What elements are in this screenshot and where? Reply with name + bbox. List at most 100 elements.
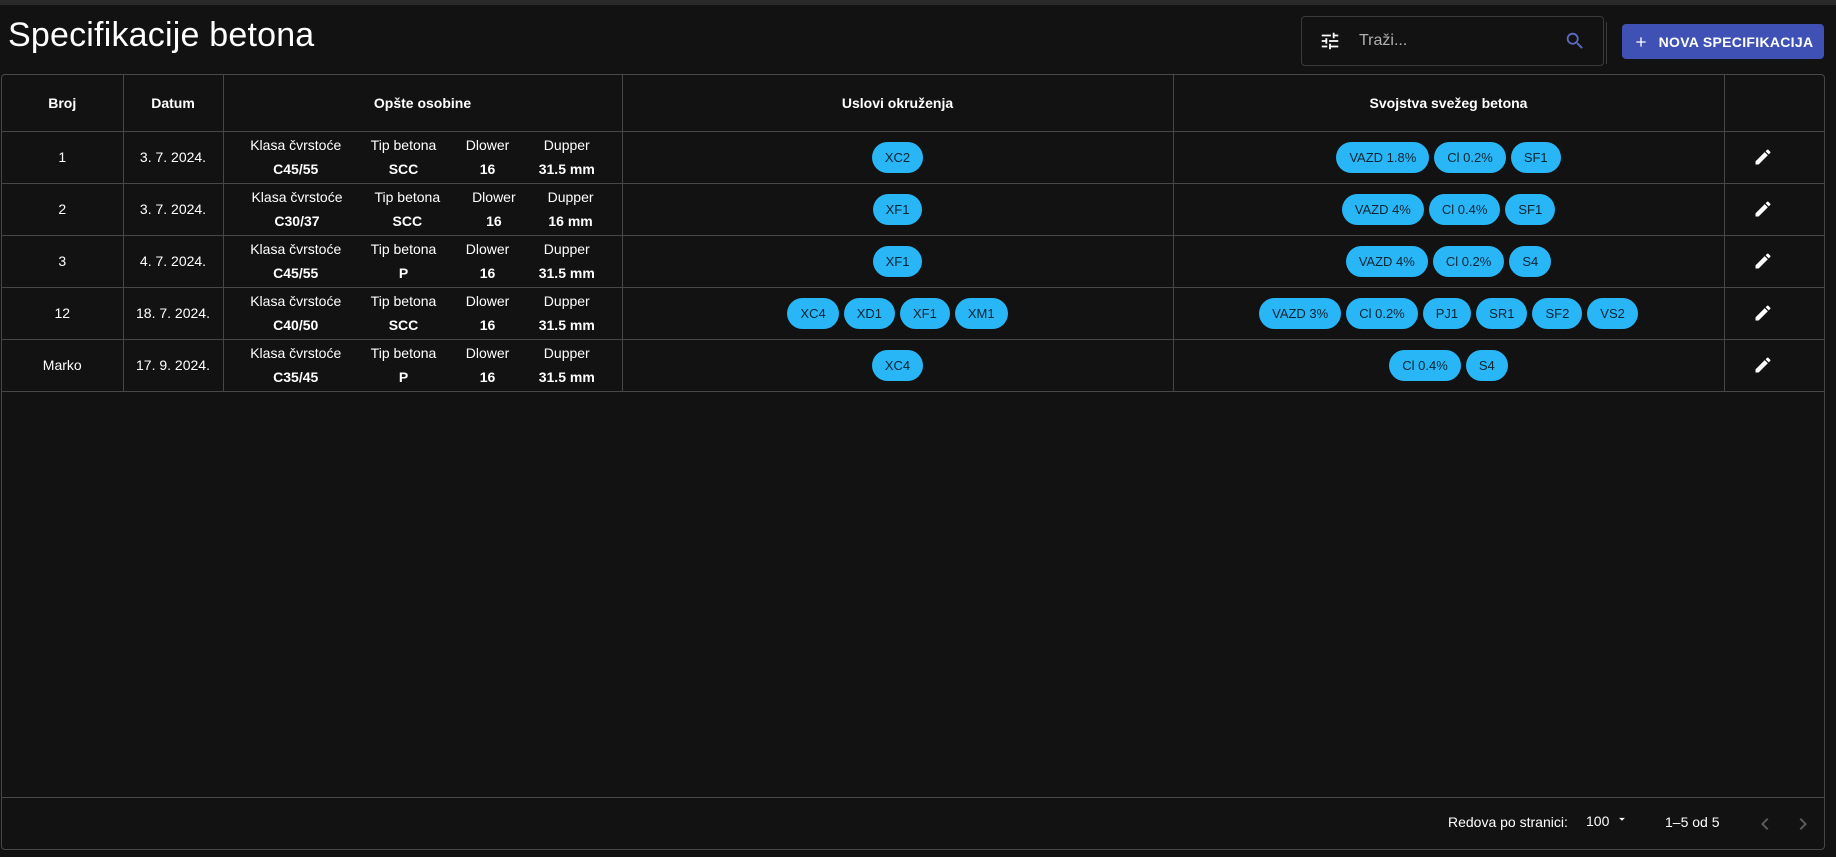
prop-dlower-label: Dlower [472,189,516,205]
prop-klasa-label: Klasa čvrstoće [250,293,342,309]
prop-dupper-label: Dupper [547,189,594,205]
new-specification-button[interactable]: NOVA SPECIFIKACIJA [1622,24,1824,59]
column-header-svojstva-svezeg-betona[interactable]: Svojstva svežeg betona [1173,75,1725,132]
table-row[interactable]: Marko 17. 9. 2024. Klasa čvrstoće C35/45… [2,339,1824,392]
prop-dupper: Dupper 31.5 mm [539,135,595,179]
prop-dupper: Dupper 16 mm [548,187,594,231]
table-row[interactable]: 1 3. 7. 2024. Klasa čvrstoće C45/55 Tip … [2,131,1824,184]
pencil-icon[interactable] [1752,199,1774,221]
fresh-property-chip: SR1 [1476,297,1528,329]
prop-dlower-label: Dlower [465,137,510,153]
pencil-icon[interactable] [1752,303,1774,325]
prop-dupper-value: 16 mm [548,213,593,229]
table-footer: Redova po stranici: 100 1–5 od 5 [2,797,1824,849]
prop-klasa: Klasa čvrstoće C40/50 [250,291,341,335]
fresh-property-chip: VAZD 1.8% [1336,141,1430,173]
exposure-chips: XC2 [623,141,1173,173]
column-header-opste-osobine[interactable]: Opšte osobine [223,75,623,132]
fresh-property-chip: SF2 [1532,297,1583,329]
prop-dupper-label: Dupper [543,241,590,257]
prop-dupper-label: Dupper [543,137,590,153]
exposure-chips: XF1 [623,245,1173,277]
cell-broj: 12 [2,287,124,340]
table-row[interactable]: 3 4. 7. 2024. Klasa čvrstoće C45/55 Tip … [2,235,1824,288]
fresh-property-chip: VAZD 4% [1345,245,1428,277]
fresh-property-chip: S4 [1465,349,1508,381]
prop-dupper-label: Dupper [543,293,590,309]
prop-tip-value: SCC [388,161,419,177]
cell-svojstva-svezeg-betona: VAZD 4% Cl 0.2% S4 [1173,235,1725,288]
fresh-property-chip: VAZD 4% [1341,193,1424,225]
specifications-table: Broj Datum Opšte osobine Uslovi okruženj… [2,75,1824,392]
cell-datum: 17. 9. 2024. [123,339,224,392]
toolbar-divider [1606,22,1607,64]
rows-per-page-value: 100 [1586,812,1610,829]
cell-svojstva-svezeg-betona: VAZD 3% Cl 0.2% PJ1 SR1 SF2 VS2 [1173,287,1725,340]
general-properties: Klasa čvrstoće C45/55 Tip betona SCC Dlo… [224,135,622,179]
exposure-chip: XM1 [954,297,1008,329]
column-header-uslovi-okruzenja[interactable]: Uslovi okruženja [622,75,1174,132]
cell-broj: 2 [2,183,124,236]
chevron-right-icon[interactable] [1791,812,1815,836]
pencil-icon[interactable] [1752,147,1774,169]
prop-tip: Tip betona P [371,239,437,283]
prop-dupper-label: Dupper [543,345,590,361]
table-row[interactable]: 2 3. 7. 2024. Klasa čvrstoće C30/37 Tip … [2,183,1824,236]
rows-per-page-select[interactable]: 100 [1586,812,1629,829]
exposure-chip: XF1 [900,297,950,329]
prop-klasa-label: Klasa čvrstoće [250,345,342,361]
fresh-property-chip: S4 [1509,245,1552,277]
cell-uslovi-okruzenja: XC4 XD1 XF1 XM1 [622,287,1174,340]
search-icon[interactable] [1564,30,1588,54]
prop-dlower: Dlower 16 [466,291,510,335]
pencil-icon[interactable] [1752,251,1774,273]
prop-dlower-value: 16 [479,265,496,281]
prop-dlower-value: 16 [479,161,496,177]
prop-tip-value: P [398,369,409,385]
rows-per-page-label: Redova po stranici: [1448,814,1568,830]
cell-opste-osobine: Klasa čvrstoće C35/45 Tip betona P Dlowe… [223,339,623,392]
general-properties: Klasa čvrstoće C30/37 Tip betona SCC Dlo… [224,187,622,231]
prop-tip-value: SCC [392,213,423,229]
column-header-actions [1724,75,1824,132]
prop-dupper-value: 31.5 mm [538,265,595,281]
general-properties: Klasa čvrstoće C40/50 Tip betona SCC Dlo… [224,291,622,335]
pencil-icon[interactable] [1752,355,1774,377]
prop-tip-label: Tip betona [370,241,437,257]
column-header-broj[interactable]: Broj [2,75,124,132]
fresh-property-chip: SF1 [1505,193,1556,225]
prop-dupper: Dupper 31.5 mm [539,239,595,283]
prop-klasa-label: Klasa čvrstoće [250,241,342,257]
prop-tip-label: Tip betona [370,345,437,361]
cell-uslovi-okruzenja: XC4 [622,339,1174,392]
prop-dlower-label: Dlower [465,241,510,257]
fresh-property-chip: Cl 0.2% [1432,245,1505,277]
fresh-property-chip: Cl 0.4% [1389,349,1461,381]
tune-icon[interactable] [1318,29,1342,53]
fresh-property-chip: VS2 [1587,297,1638,329]
exposure-chip: XC2 [871,141,924,173]
prop-tip: Tip betona SCC [374,187,440,231]
prop-dlower-value: 16 [486,213,502,229]
general-properties: Klasa čvrstoće C35/45 Tip betona P Dlowe… [224,343,622,387]
chevron-left-icon[interactable] [1753,812,1777,836]
fresh-property-chip: Cl 0.2% [1434,141,1506,173]
prop-dlower-label: Dlower [465,345,510,361]
search-input[interactable] [1359,26,1559,56]
exposure-chip: XC4 [787,297,839,329]
prop-tip: Tip betona SCC [371,135,437,179]
prop-dupper-value: 31.5 mm [538,369,595,385]
column-header-datum[interactable]: Datum [123,75,224,132]
fresh-property-chip: VAZD 3% [1259,297,1342,329]
cell-uslovi-okruzenja: XF1 [622,183,1174,236]
exposure-chips: XC4 XD1 XF1 XM1 [623,297,1173,329]
cell-broj: 3 [2,235,124,288]
table-row[interactable]: 12 18. 7. 2024. Klasa čvrstoće C40/50 Ti… [2,287,1824,340]
search-box [1301,16,1604,66]
exposure-chips: XF1 [623,193,1173,225]
cell-broj: Marko [2,339,124,392]
prop-klasa: Klasa čvrstoće C30/37 [251,187,342,231]
fresh-property-chip: SF1 [1510,141,1561,173]
cell-actions [1724,183,1824,236]
fresh-property-chips: VAZD 4% Cl 0.2% S4 [1174,245,1724,277]
